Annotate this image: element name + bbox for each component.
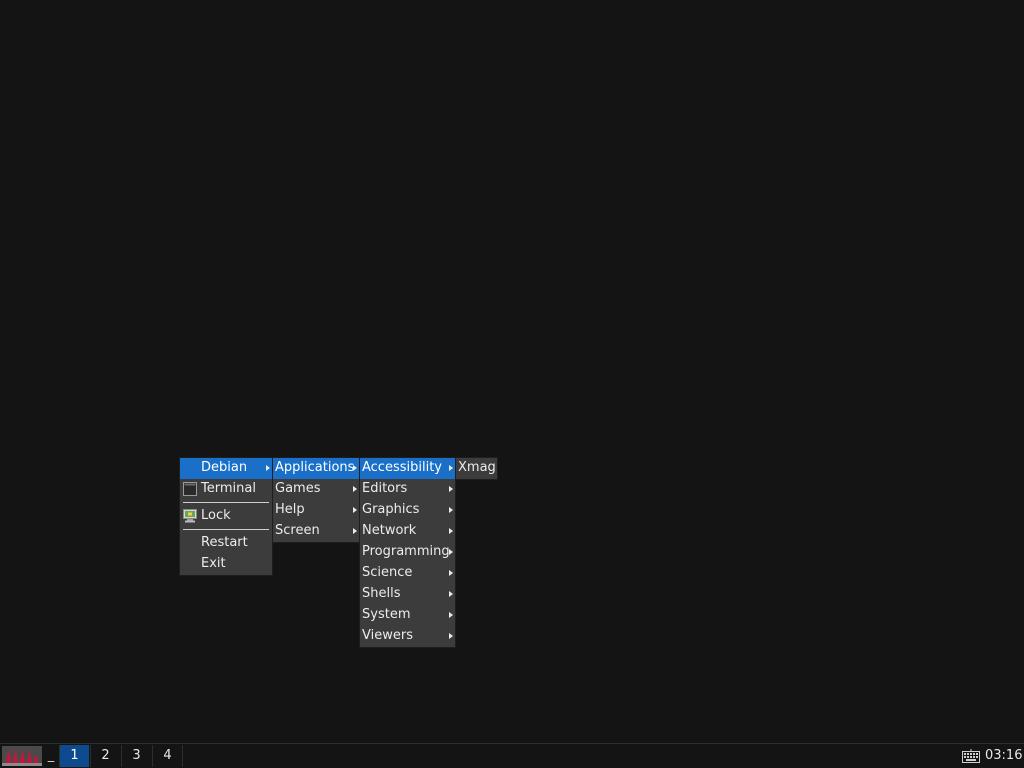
menu-item-xmag[interactable]: Xmag xyxy=(456,458,497,479)
keyboard-icon[interactable] xyxy=(962,749,980,763)
menu-item-terminal[interactable]: Terminal xyxy=(180,479,272,500)
root-menu: Debian Terminal Lock Restart Exit xyxy=(179,457,273,576)
menu-item-label: Shells xyxy=(362,586,401,601)
menu-item-exit[interactable]: Exit xyxy=(180,554,272,575)
clock[interactable]: 03:16 xyxy=(985,745,1022,767)
menu-item-accessibility[interactable]: Accessibility xyxy=(360,458,455,479)
menu-item-system[interactable]: System xyxy=(360,605,455,626)
submenu-arrow-icon xyxy=(449,486,453,492)
desktop-background[interactable] xyxy=(0,0,1024,743)
submenu-arrow-icon xyxy=(266,465,270,471)
menu-item-network[interactable]: Network xyxy=(360,521,455,542)
menu-item-shells[interactable]: Shells xyxy=(360,584,455,605)
menu-item-graphics[interactable]: Graphics xyxy=(360,500,455,521)
submenu-arrow-icon xyxy=(449,612,453,618)
submenu-arrow-icon xyxy=(449,570,453,576)
menu-item-label: Network xyxy=(362,523,417,538)
submenu-arrow-icon xyxy=(449,528,453,534)
submenu-arrow-icon xyxy=(353,528,357,534)
show-desktop-button[interactable]: _ xyxy=(44,745,58,767)
menu-item-restart[interactable]: Restart xyxy=(180,533,272,554)
menu-item-label: Graphics xyxy=(362,502,420,517)
submenu-arrow-icon xyxy=(353,465,357,471)
menu-item-editors[interactable]: Editors xyxy=(360,479,455,500)
menu-item-label: Debian xyxy=(201,460,248,475)
workspace-1-button[interactable]: 1 xyxy=(59,745,89,767)
menu-item-games[interactable]: Games xyxy=(273,479,359,500)
applications-submenu: Accessibility Editors Graphics Network P… xyxy=(359,457,456,648)
debian-submenu: Applications Games Help Screen xyxy=(272,457,360,543)
menu-item-label: Lock xyxy=(201,508,231,523)
menu-item-label: Exit xyxy=(201,556,226,571)
workspace-4-button[interactable]: 4 xyxy=(152,745,183,767)
menu-item-help[interactable]: Help xyxy=(273,500,359,521)
menu-item-label: Viewers xyxy=(362,628,413,643)
menu-item-label: Screen xyxy=(275,523,320,538)
menu-item-label: Help xyxy=(275,502,305,517)
menu-item-science[interactable]: Science xyxy=(360,563,455,584)
lock-screen-icon xyxy=(183,509,197,523)
submenu-arrow-icon xyxy=(449,465,453,471)
accessibility-submenu: Xmag xyxy=(455,457,498,480)
submenu-arrow-icon xyxy=(449,633,453,639)
menu-item-applications[interactable]: Applications xyxy=(273,458,359,479)
submenu-arrow-icon xyxy=(449,549,453,555)
submenu-arrow-icon xyxy=(449,591,453,597)
menu-item-label: Restart xyxy=(201,535,248,550)
terminal-icon xyxy=(183,482,197,496)
workspace-3-button[interactable]: 3 xyxy=(121,745,151,767)
jwm-logo-icon[interactable] xyxy=(2,746,42,766)
menu-item-debian[interactable]: Debian xyxy=(180,458,272,479)
menu-item-lock[interactable]: Lock xyxy=(180,506,272,527)
submenu-arrow-icon xyxy=(449,507,453,513)
submenu-arrow-icon xyxy=(353,507,357,513)
menu-item-programming[interactable]: Programming xyxy=(360,542,455,563)
menu-item-label: Xmag xyxy=(458,460,496,475)
workspace-2-button[interactable]: 2 xyxy=(90,745,120,767)
menu-item-label: Terminal xyxy=(201,481,256,496)
taskbar: _ 1 2 3 4 03:16 xyxy=(0,743,1024,768)
menu-item-screen[interactable]: Screen xyxy=(273,521,359,542)
menu-item-label: Accessibility xyxy=(362,460,442,475)
submenu-arrow-icon xyxy=(353,486,357,492)
menu-item-viewers[interactable]: Viewers xyxy=(360,626,455,647)
menu-item-label: Science xyxy=(362,565,413,580)
menu-item-label: Games xyxy=(275,481,321,496)
menu-item-label: Editors xyxy=(362,481,408,496)
menu-item-label: Applications xyxy=(275,460,355,475)
menu-item-label: System xyxy=(362,607,411,622)
menu-item-label: Programming xyxy=(362,544,450,559)
